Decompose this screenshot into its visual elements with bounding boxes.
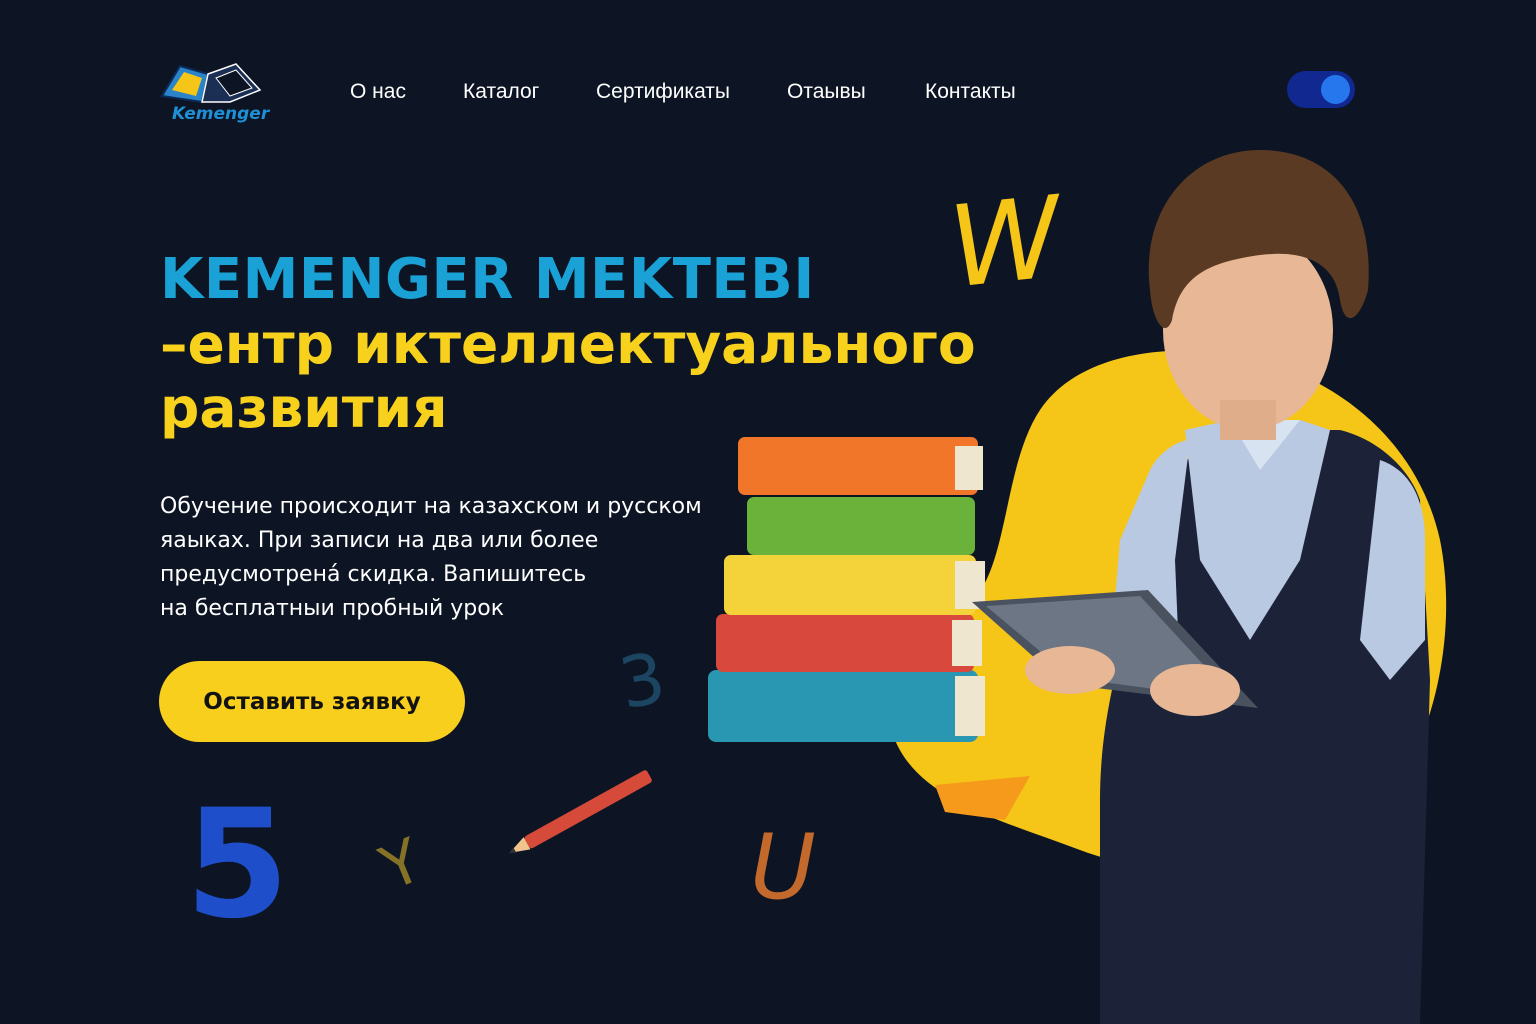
hero-description-line: на бесплатныи пробный урок: [160, 596, 504, 621]
hero-title: KEMENGER MEKTEBI –ентр иктеллектуального…: [160, 247, 976, 441]
hero-description: Обучение происходит на казахском и русск…: [160, 490, 760, 626]
decor-letter-5: 5: [185, 778, 290, 952]
submit-application-button[interactable]: Оставить заявку: [159, 661, 465, 742]
hero-description-line: предусмотренá скидка. Вапишитесь: [160, 562, 587, 587]
hero-description-line: яаыках. При записи на два или более: [160, 528, 599, 553]
pencil: [509, 770, 652, 853]
hero-title-line3: развития: [160, 376, 448, 440]
hero-title-line2: –ентр иктеллектуального: [160, 312, 976, 376]
decor-letter-u: U: [750, 815, 816, 920]
hero-description-line: Обучение происходит на казахском и русск…: [160, 494, 702, 519]
hero-title-brand: KEMENGER MEKTEBI: [160, 247, 815, 312]
